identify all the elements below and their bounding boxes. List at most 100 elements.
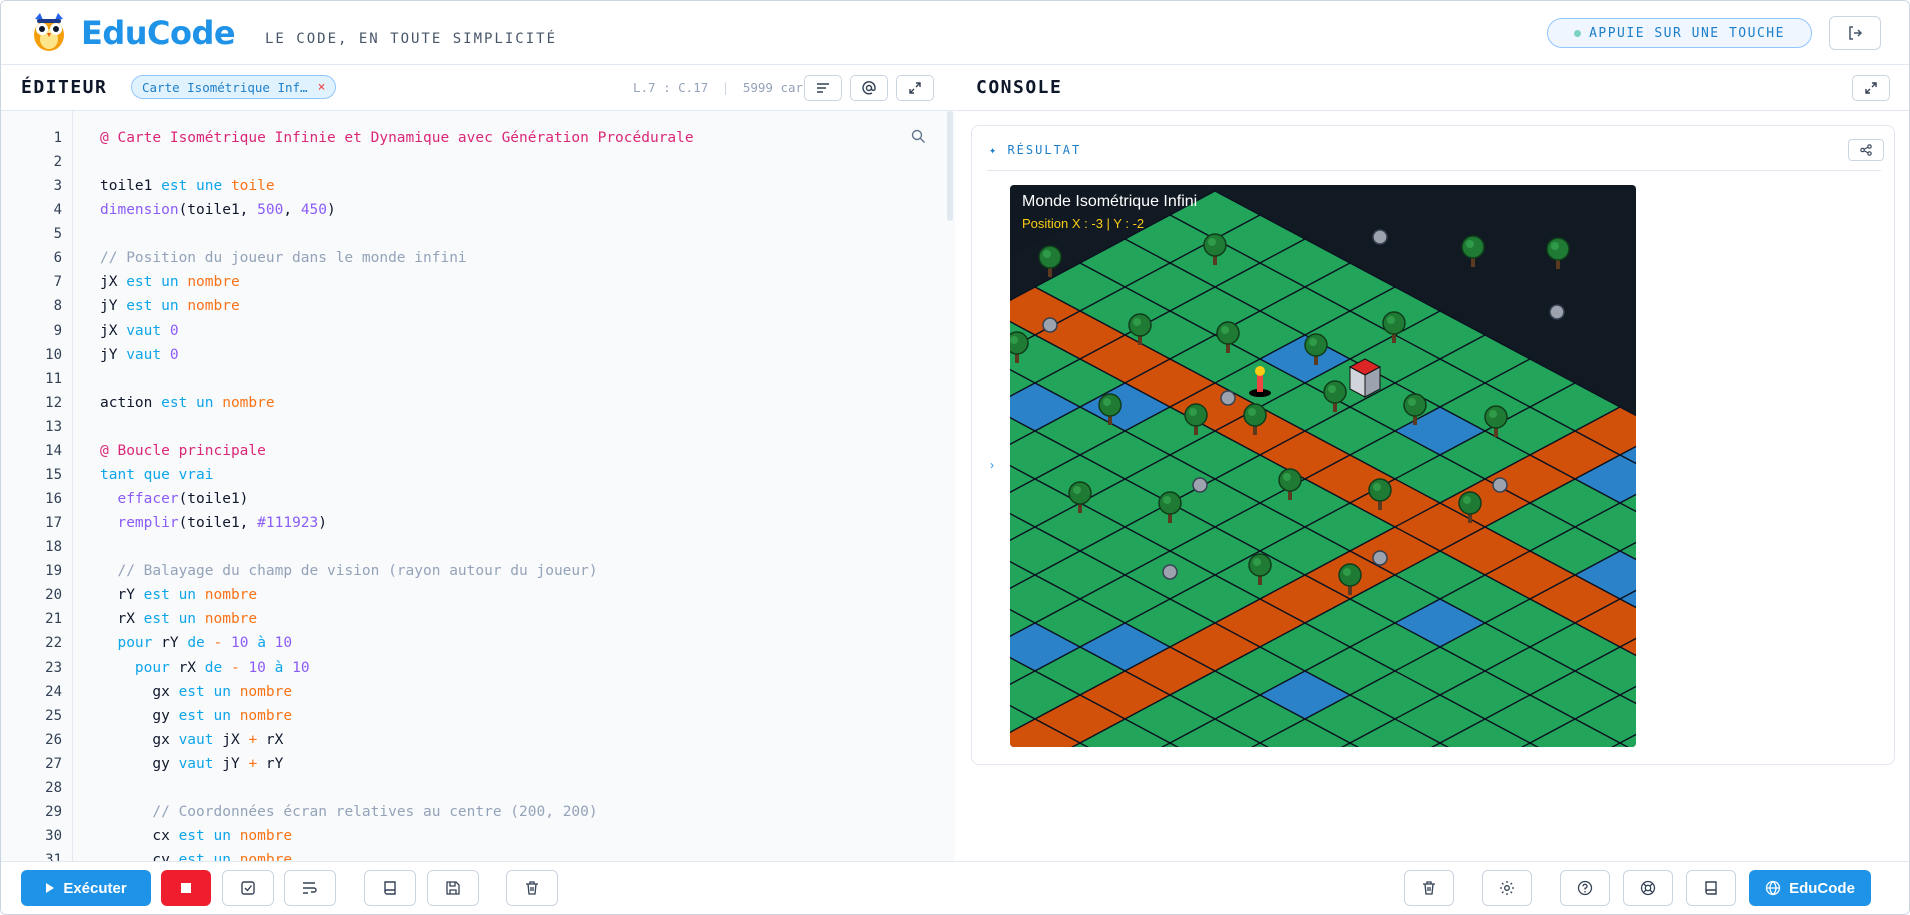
code-line[interactable]: pour rY de - 10 à 10 (100, 635, 292, 651)
code-token: , (283, 202, 301, 219)
tree-icon (1158, 491, 1182, 515)
console-panel: CONSOLE ✦ RÉSULTAT › Monde Isométrique I… (956, 65, 1909, 914)
code-token: toile (230, 178, 275, 195)
tree-icon (1403, 393, 1427, 417)
editor-scrollbar[interactable] (947, 111, 953, 221)
file-tab[interactable]: Carte Isométrique Inf… × (131, 75, 337, 99)
run-button[interactable]: Exécuter (21, 870, 151, 906)
tree-highlight (1343, 568, 1351, 576)
code-token: 10 (248, 659, 266, 676)
code-token: est un (126, 298, 188, 315)
tree-icon (1243, 403, 1267, 427)
code-editor[interactable]: 1 2 3 4 5 6 7 8 9 10 11 12 13 14 15 16 17 18 19 20 21 22 23 24 2… (1, 111, 955, 861)
globe-icon (1765, 880, 1781, 896)
code-token: ) (327, 202, 336, 219)
code-token: rY (161, 635, 188, 652)
code-line[interactable]: // Balayage du champ de vision (rayon au… (100, 563, 597, 579)
code-line[interactable]: gx est un nombre (100, 684, 292, 700)
help-button[interactable] (1560, 870, 1610, 906)
tree-highlight (1489, 410, 1497, 418)
code-line[interactable]: rY est un nombre (100, 587, 257, 603)
code-line[interactable]: toile1 est une toile (100, 178, 275, 194)
code-token: (toile1, (178, 202, 258, 219)
code-token: nombre (239, 683, 293, 700)
tree-highlight (1387, 316, 1395, 324)
line-number: 21 (45, 611, 62, 628)
code-token: jY (222, 755, 249, 772)
rock-icon (1192, 477, 1208, 493)
expand-console-button[interactable] (1852, 75, 1890, 101)
code-line[interactable]: cy est un nombre (100, 852, 292, 861)
info-separator: | (721, 80, 730, 95)
code-line[interactable]: @ Carte Isométrique Infinie et Dynamique… (100, 130, 694, 146)
clear-editor-button[interactable] (506, 870, 558, 906)
logout-button[interactable] (1829, 16, 1881, 50)
code-line[interactable]: // Position du joueur dans le monde infi… (100, 250, 467, 266)
brand-name: EduCode (81, 14, 236, 52)
settings-button[interactable] (1482, 870, 1532, 906)
tree-icon (1382, 311, 1406, 335)
wrap-button[interactable] (284, 870, 336, 906)
lifebuoy-icon (1640, 880, 1656, 896)
code-line[interactable]: gx vaut jX + rX (100, 732, 283, 748)
code-line[interactable]: dimension(toile1, 500, 450) (100, 202, 336, 218)
code-token: gx (100, 683, 179, 700)
output-canvas[interactable]: Monde Isométrique Infini Position X : -3… (1010, 185, 1636, 747)
code-line[interactable]: gy vaut jY + rY (100, 756, 283, 772)
code-line[interactable]: jY est un nombre (100, 298, 240, 314)
line-gutter: 1 2 3 4 5 6 7 8 9 10 11 12 13 14 15 16 17 18 19 20 21 22 23 24 2… (1, 111, 73, 861)
code-token: (toile1, (178, 515, 258, 532)
result-divider (987, 170, 1881, 171)
line-number: 29 (45, 803, 62, 820)
code-token: ) (318, 515, 327, 532)
docs-button[interactable] (364, 870, 416, 906)
support-button[interactable] (1623, 870, 1673, 906)
status-dot-icon (1574, 29, 1582, 37)
check-button[interactable] (222, 870, 274, 906)
expand-icon (1865, 82, 1877, 94)
code-token: rX (100, 611, 144, 628)
share-button[interactable] (1848, 139, 1884, 161)
search-icon[interactable] (911, 129, 926, 144)
tree-icon (1304, 333, 1328, 357)
expand-editor-button[interactable] (896, 75, 934, 101)
code-line[interactable]: @ Boucle principale (100, 443, 266, 459)
code-line[interactable]: action est un nombre (100, 395, 275, 411)
clear-console-button[interactable] (1404, 870, 1454, 906)
save-button[interactable] (427, 870, 479, 906)
mention-button[interactable] (850, 75, 888, 101)
book-icon (1705, 881, 1717, 895)
code-token: cy (100, 852, 179, 861)
editor-header: ÉDITEUR Carte Isométrique Inf… × L.7 : C… (1, 65, 955, 111)
close-tab-icon[interactable]: × (318, 80, 326, 95)
code-token: 10 (274, 635, 293, 652)
code-line[interactable]: cx est un nombre (100, 828, 292, 844)
cursor-position: L.7 : C.17 (633, 80, 709, 95)
console-title: CONSOLE (976, 77, 1063, 98)
docs-console-button[interactable] (1686, 870, 1736, 906)
line-number: 19 (45, 563, 62, 580)
code-line[interactable]: jX vaut 0 (100, 323, 179, 339)
chevron-right-icon[interactable]: › (990, 458, 994, 472)
format-button[interactable] (804, 75, 842, 101)
code-line[interactable]: // Coordonnées écran relatives au centre… (100, 804, 597, 820)
tree-icon (1203, 233, 1227, 257)
line-number: 6 (53, 250, 62, 267)
code-token: gy (100, 755, 179, 772)
educode-button[interactable]: EduCode (1749, 870, 1871, 906)
code-line[interactable]: gy est un nombre (100, 708, 292, 724)
tree-icon (1546, 237, 1570, 261)
tree-highlight (1283, 473, 1291, 481)
stop-button[interactable] (161, 870, 211, 906)
code-line[interactable]: pour rX de - 10 à 10 (100, 660, 310, 676)
tree-icon (1458, 491, 1482, 515)
tree-icon (1098, 393, 1122, 417)
code-line[interactable]: tant que vrai (100, 467, 214, 483)
code-token: est un (143, 587, 205, 604)
code-line[interactable]: jX est un nombre (100, 274, 240, 290)
code-line[interactable]: effacer(toile1) (100, 491, 248, 507)
code-line[interactable]: jY vaut 0 (100, 347, 179, 363)
code-line[interactable]: rX est un nombre (100, 611, 257, 627)
code-token: effacer (117, 491, 179, 508)
code-line[interactable]: remplir(toile1, #111923) (100, 515, 327, 531)
